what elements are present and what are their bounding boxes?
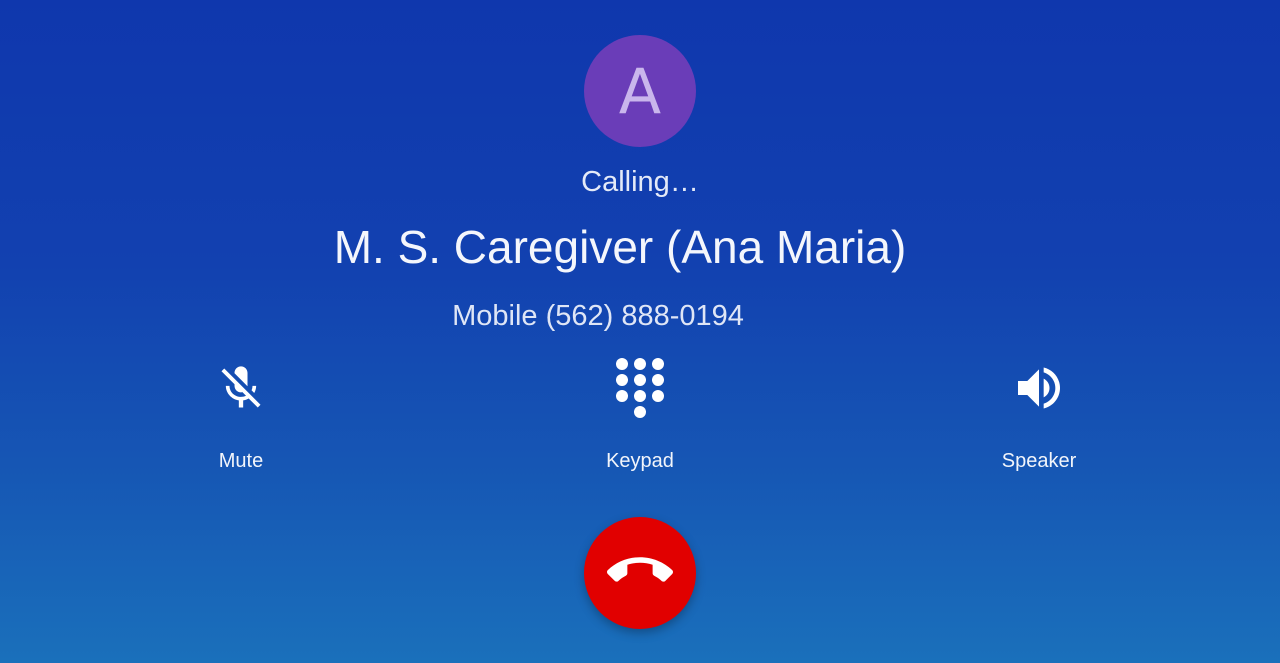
phone-number: Mobile (562) 888-0194 [452,300,744,332]
speaker-label: Speaker [1001,450,1077,472]
keypad-label: Keypad [606,450,674,472]
end-call-button[interactable] [584,517,696,629]
call-end-icon [607,538,673,609]
volume-up-icon [1007,356,1071,420]
dialpad-icon [608,356,672,420]
avatar-letter: A [618,55,662,128]
mute-label: Mute [218,450,264,472]
contact-name: M. S. Caregiver (Ana Maria) [333,221,907,273]
mic-off-icon [209,356,273,420]
call-status: Calling… [581,166,699,198]
contact-avatar: A [584,35,696,147]
keypad-button[interactable]: Keypad [550,356,730,473]
mute-button[interactable]: Mute [151,356,331,473]
speaker-button[interactable]: Speaker [949,356,1129,473]
